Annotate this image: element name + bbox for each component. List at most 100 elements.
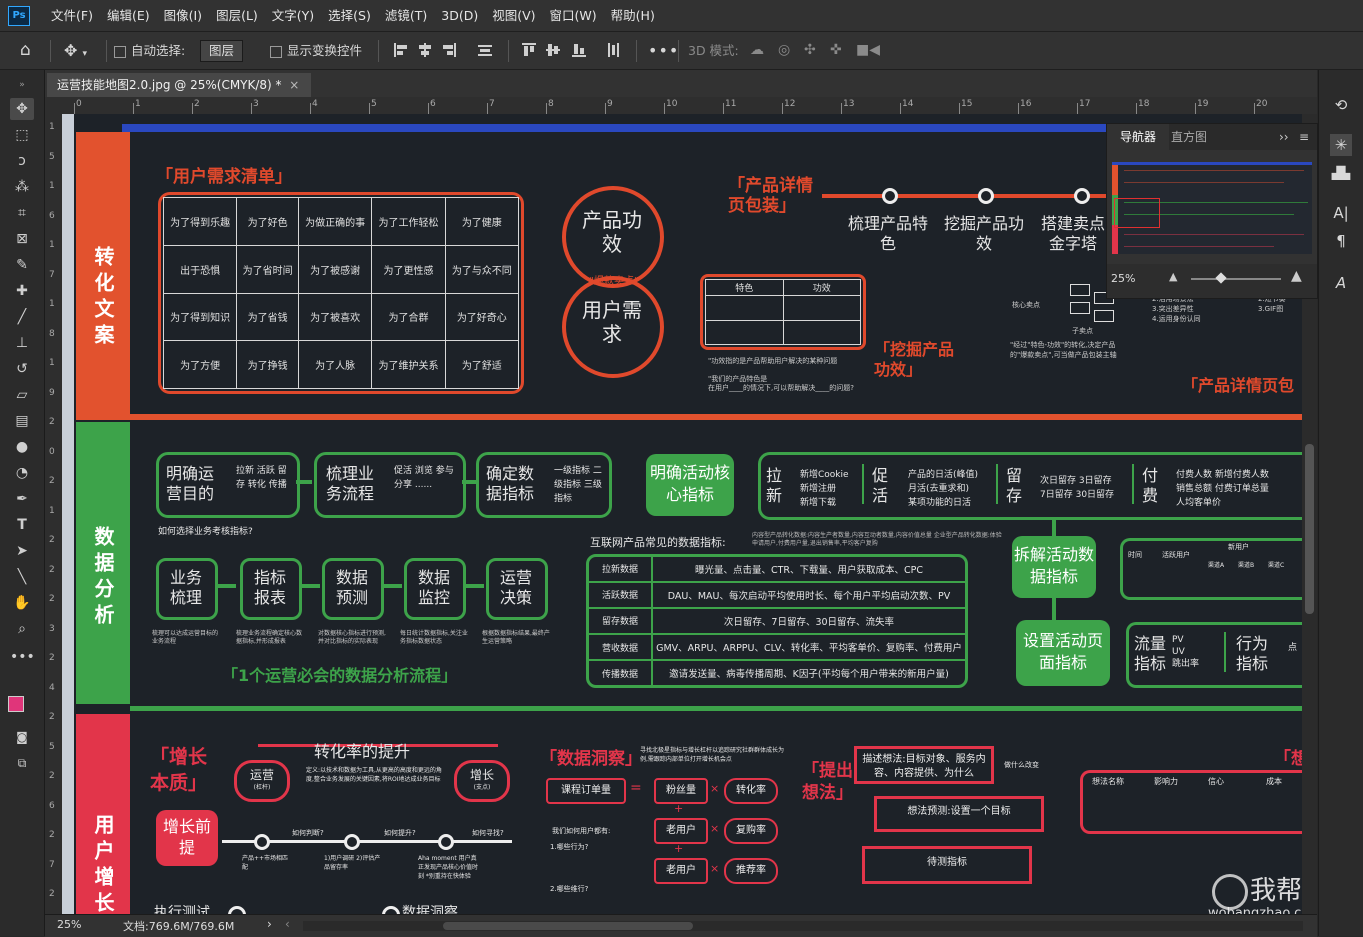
premise-note-3: Aha moment 用户真正发现产品核心价值时刻 *别重持在快体验	[418, 855, 479, 880]
close-tab-icon[interactable]: ×	[289, 78, 299, 92]
gradient-tool-icon[interactable]: ▤	[10, 410, 34, 432]
foreground-color-swatch[interactable]	[8, 696, 24, 712]
panel-menu-icon[interactable]: ≡	[1299, 124, 1309, 150]
healing-brush-tool-icon[interactable]: ✚	[10, 280, 34, 302]
navigator-panel-icon[interactable]: ✳	[1330, 134, 1352, 156]
path-selection-tool-icon[interactable]: ➤	[10, 540, 34, 562]
metric-category: 活跃数据	[589, 581, 653, 609]
user-needs-box: 为了得到乐趣 为了好色 为做正确的事 为了工作轻松 为了健康 出于恐惧 为了省时间 为了被感谢…	[158, 192, 524, 394]
navigator-view-box[interactable]	[1114, 198, 1160, 228]
question-label: 如何选择业务考核指标?	[158, 527, 253, 537]
zoom-out-icon[interactable]: ▲	[1169, 270, 1177, 283]
distribute-horizontal-icon[interactable]	[606, 43, 620, 57]
panel-collapse-icon[interactable]: ››	[1279, 124, 1289, 150]
align-hcenter-icon[interactable]	[418, 43, 432, 57]
auto-select-checkbox[interactable]: 自动选择:	[114, 32, 185, 69]
zoom-tool-icon[interactable]: ⌕	[10, 618, 34, 640]
home-icon[interactable]: ⌂	[20, 32, 31, 69]
collapse-toolbar-icon[interactable]: »	[10, 74, 34, 96]
user-needs-title: 「用户需求清单」	[156, 167, 292, 187]
align-bottom-icon[interactable]	[572, 43, 586, 57]
edit-toolbar-icon[interactable]: •••	[10, 646, 35, 668]
histogram-panel-icon[interactable]: ▟▙	[1330, 162, 1352, 184]
frame-tool-icon[interactable]: ⊠	[10, 228, 34, 250]
glyphs-panel-icon[interactable]: A	[1330, 272, 1352, 294]
scroll-thumb[interactable]	[1305, 444, 1314, 614]
3d-slide-icon[interactable]: ✜	[830, 32, 842, 69]
insight-q2: 2.哪些维行?	[550, 885, 589, 893]
move-tool-preset-icon[interactable]: ✥ ▾	[64, 32, 87, 69]
navigator-thumbnail[interactable]	[1112, 162, 1312, 254]
show-transform-checkbox[interactable]: 显示变换控件	[270, 32, 362, 69]
flow-step-label: 业务梳理	[169, 568, 202, 607]
marquee-tool-icon[interactable]: ⬚	[10, 124, 34, 146]
align-top-icon[interactable]	[522, 43, 536, 57]
zoom-in-icon[interactable]: ▲	[1291, 268, 1302, 284]
quick-mask-icon[interactable]: ◙	[10, 726, 34, 748]
status-zoom[interactable]: 25%	[57, 918, 81, 931]
layer-select-dropdown[interactable]: 图层	[200, 32, 244, 69]
menu-item-2[interactable]: 图像(I)	[157, 0, 209, 31]
pen-tool-icon[interactable]: ✒	[10, 488, 34, 510]
menu-item-9[interactable]: 窗口(W)	[543, 0, 604, 31]
status-menu-icon[interactable]: ›	[267, 917, 272, 931]
crop-tool-icon[interactable]: ⌗	[10, 202, 34, 224]
menu-item-7[interactable]: 3D(D)	[434, 0, 485, 31]
menu-item-0[interactable]: 文件(F)	[44, 0, 100, 31]
line-tool-icon[interactable]: ╲	[10, 566, 34, 588]
more-options-icon[interactable]: •••	[648, 32, 679, 69]
repurchase-rate-pill: 复购率	[724, 818, 778, 844]
align-left-icon[interactable]	[394, 43, 408, 57]
navigator-zoom-value[interactable]: 25%	[1111, 272, 1135, 285]
3d-scale-icon[interactable]: ■◀	[856, 32, 880, 69]
tab-histogram[interactable]: 直方图	[1171, 124, 1207, 150]
zoom-slider-track[interactable]	[1191, 278, 1281, 280]
3d-pan-icon[interactable]: ✣	[804, 32, 816, 69]
eraser-tool-icon[interactable]: ▱	[10, 384, 34, 406]
menu-item-4[interactable]: 文字(Y)	[265, 0, 321, 31]
history-panel-icon[interactable]: ⟲	[1330, 94, 1352, 116]
retain-items: 次日留存 3日留存 7日留存 30日留存	[1040, 474, 1130, 502]
need-cell: 出于恐惧	[162, 244, 238, 294]
screen-mode-icon[interactable]: ⧉	[10, 752, 34, 774]
operation-sub: (杠杆)	[253, 784, 271, 791]
auto-select-label: 自动选择:	[131, 43, 186, 58]
menu-item-6[interactable]: 滤镜(T)	[378, 0, 434, 31]
type-tool-icon[interactable]: T	[10, 514, 34, 536]
history-brush-tool-icon[interactable]: ↺	[10, 358, 34, 380]
tab-navigator[interactable]: 导航器	[1107, 124, 1169, 150]
flow-step-label: 指标报表	[253, 568, 286, 607]
align-right-icon[interactable]	[442, 43, 456, 57]
distribute-vertical-icon[interactable]	[478, 43, 492, 57]
clone-stamp-tool-icon[interactable]: ⊥	[10, 332, 34, 354]
document-tab[interactable]: 运营技能地图2.0.jpg @ 25%(CMYK/8) * ×	[47, 73, 312, 97]
brush-tool-icon[interactable]: ╱	[10, 306, 34, 328]
zoom-slider-handle[interactable]	[1215, 272, 1227, 284]
dodge-tool-icon[interactable]: ◔	[10, 462, 34, 484]
dig-effect-title: 「挖掘产品功效」	[874, 340, 955, 379]
blur-tool-icon[interactable]: ●	[10, 436, 34, 458]
paragraph-panel-icon[interactable]: ¶	[1330, 230, 1352, 252]
scroll-left-icon[interactable]: ‹	[285, 917, 290, 931]
menu-item-1[interactable]: 编辑(E)	[100, 0, 157, 31]
move-tool-icon[interactable]: ✥	[10, 98, 34, 120]
lasso-tool-icon[interactable]: ↄ	[10, 150, 34, 172]
eyedropper-tool-icon[interactable]: ✎	[10, 254, 34, 276]
h-scroll-thumb[interactable]	[443, 922, 693, 930]
3d-rotate-icon[interactable]: ☁	[750, 32, 764, 69]
character-panel-icon[interactable]: A|	[1330, 202, 1352, 224]
menu-item-5[interactable]: 选择(S)	[321, 0, 378, 31]
horizontal-scrollbar[interactable]	[303, 921, 1303, 931]
metric-category: 营收数据	[589, 634, 653, 662]
magic-wand-tool-icon[interactable]: ⁂	[10, 176, 34, 198]
ruler-v-tick: 8	[49, 328, 55, 339]
align-vcenter-icon[interactable]	[546, 43, 560, 57]
menu-item-3[interactable]: 图层(L)	[209, 0, 265, 31]
mini-sub-b: 渠道B	[1238, 562, 1255, 569]
menu-item-10[interactable]: 帮助(H)	[604, 0, 662, 31]
document-tabs: 运营技能地图2.0.jpg @ 25%(CMYK/8) * ×	[45, 70, 1317, 97]
menu-item-8[interactable]: 视图(V)	[485, 0, 542, 31]
need-cell: 为了好奇心	[444, 292, 520, 342]
hand-tool-icon[interactable]: ✋	[10, 592, 34, 614]
3d-roll-icon[interactable]: ◎	[778, 32, 790, 69]
